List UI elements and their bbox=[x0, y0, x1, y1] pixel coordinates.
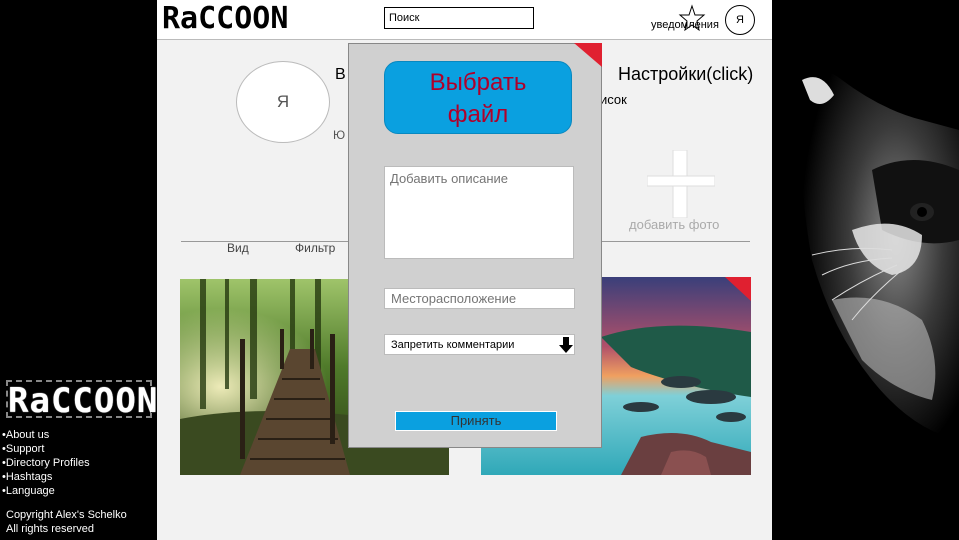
footer-links: •About us •Support •Directory Profiles •… bbox=[2, 428, 90, 498]
choose-file-line-1: Выбрать bbox=[429, 69, 527, 96]
footer-link-about[interactable]: •About us bbox=[2, 428, 90, 442]
list-link[interactable]: исок bbox=[600, 92, 627, 107]
star-icon[interactable] bbox=[678, 4, 706, 32]
profile-subtitle: Ю bbox=[333, 128, 346, 142]
close-icon[interactable] bbox=[574, 43, 602, 67]
raccoon-image bbox=[772, 0, 959, 540]
description-field[interactable] bbox=[384, 166, 574, 259]
footer-link-hashtags[interactable]: •Hashtags bbox=[2, 470, 90, 484]
brand-logo[interactable]: RaCCOON bbox=[162, 1, 288, 36]
copyright: Copyright Alex's Schelko All rights rese… bbox=[6, 508, 127, 536]
sidebar-logo[interactable]: RaCCOON bbox=[6, 380, 157, 420]
location-field[interactable] bbox=[384, 288, 575, 309]
footer-link-directory[interactable]: •Directory Profiles bbox=[2, 456, 90, 470]
tab-filter[interactable]: Фильтр bbox=[295, 241, 335, 255]
choose-file-line-2: файл bbox=[447, 101, 509, 128]
settings-link[interactable]: Настройки(click) bbox=[618, 64, 753, 85]
search-input[interactable]: Поиск bbox=[384, 7, 534, 29]
add-photo-icon[interactable] bbox=[646, 149, 716, 219]
copyright-line-1: Copyright Alex's Schelko bbox=[6, 509, 127, 521]
comments-select[interactable]: Запретить комментарии bbox=[384, 334, 575, 355]
tab-view[interactable]: Вид bbox=[227, 241, 249, 255]
arrow-down-icon[interactable] bbox=[559, 337, 573, 353]
copyright-line-2: All rights reserved bbox=[6, 523, 95, 535]
user-avatar[interactable]: Я bbox=[725, 5, 755, 35]
footer-link-support[interactable]: •Support bbox=[2, 442, 90, 456]
accept-button[interactable]: Принять bbox=[395, 411, 557, 431]
choose-file-button[interactable]: Выбрать файл bbox=[384, 61, 572, 134]
profile-avatar[interactable]: Я bbox=[236, 61, 330, 143]
footer-link-language[interactable]: •Language bbox=[2, 484, 90, 498]
profile-name: В bbox=[335, 66, 346, 83]
add-photo-label[interactable]: добавить фото bbox=[629, 217, 719, 232]
